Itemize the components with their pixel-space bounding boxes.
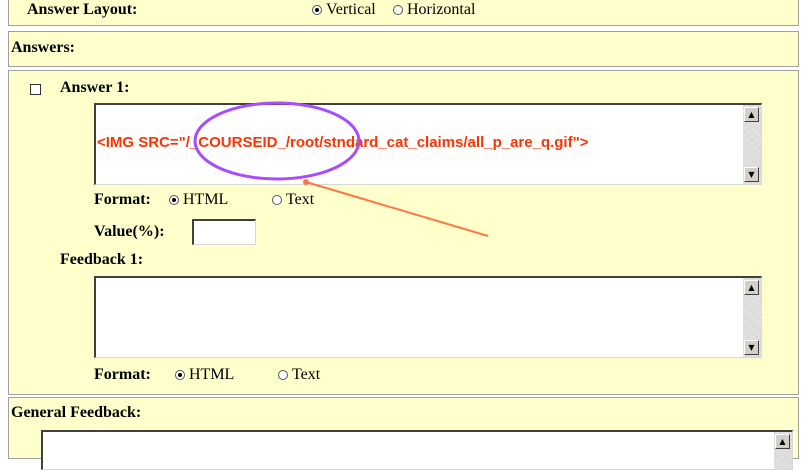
layout-horizontal-radio[interactable]	[393, 5, 403, 16]
feedback1-textarea[interactable]: ▲ ▼	[94, 276, 762, 358]
general-feedback-label: General Feedback:	[11, 404, 142, 421]
answer1-value-label: Value(%):	[94, 223, 165, 240]
question-editor-form: Answer Layout: Vertical Horizontal Answe…	[3, 0, 803, 470]
answers-header: Answers:	[8, 31, 799, 67]
general-feedback-textarea[interactable]: ▲	[41, 430, 793, 470]
answer1-textarea[interactable]: <IMG SRC="/_COURSEID_/root/stndard_cat_c…	[94, 103, 762, 185]
answer1-format-text-radio[interactable]	[272, 195, 282, 206]
feedback1-format-html-radio[interactable]	[175, 370, 185, 381]
answer1-value-input[interactable]	[192, 219, 256, 245]
general-feedback-scrollbar[interactable]: ▲	[774, 432, 792, 469]
feedback1-format-text-radio[interactable]	[278, 370, 288, 381]
scroll-up-icon[interactable]: ▲	[744, 280, 759, 295]
layout-horizontal-option[interactable]: Horizontal	[393, 1, 475, 19]
answer1-scrollbar[interactable]: ▲ ▼	[743, 105, 761, 184]
answer1-format-label: Format:	[94, 191, 151, 208]
layout-vertical-radio[interactable]	[312, 5, 322, 16]
feedback1-scrollbar[interactable]: ▲ ▼	[743, 278, 761, 357]
general-feedback-row: General Feedback: ▲	[8, 397, 799, 470]
layout-vertical-option[interactable]: Vertical	[312, 1, 376, 19]
scroll-down-icon[interactable]: ▼	[744, 167, 759, 182]
answer1-format-text-option[interactable]: Text	[272, 191, 314, 209]
feedback1-format-html-label: HTML	[189, 366, 235, 383]
answer1-label: Answer 1:	[60, 79, 130, 96]
feedback1-format-text-label: Text	[292, 366, 321, 383]
answer1-content: <IMG SRC="/_COURSEID_/root/stndard_cat_c…	[97, 134, 589, 151]
layout-vertical-label: Vertical	[326, 1, 376, 18]
feedback1-format-html-option[interactable]: HTML	[175, 366, 234, 384]
scroll-down-icon[interactable]: ▼	[744, 340, 759, 355]
answer-layout-row: Answer Layout: Vertical Horizontal	[8, 0, 799, 26]
feedback1-format-label: Format:	[94, 366, 151, 383]
answer-layout-label: Answer Layout:	[27, 1, 138, 18]
answer1-format-html-radio[interactable]	[169, 195, 179, 206]
layout-horizontal-label: Horizontal	[407, 1, 476, 18]
feedback1-label: Feedback 1:	[60, 251, 144, 268]
answer1-format-html-label: HTML	[183, 191, 229, 208]
scroll-up-icon[interactable]: ▲	[744, 107, 759, 122]
answer1-format-text-label: Text	[286, 191, 315, 208]
scroll-up-icon[interactable]: ▲	[775, 434, 790, 449]
answers-body: Answer 1: <IMG SRC="/_COURSEID_/root/stn…	[8, 70, 799, 395]
answer1-format-html-option[interactable]: HTML	[169, 191, 228, 209]
answer1-checkbox[interactable]	[30, 84, 41, 95]
answers-title: Answers:	[11, 39, 75, 56]
feedback1-format-text-option[interactable]: Text	[278, 366, 320, 384]
